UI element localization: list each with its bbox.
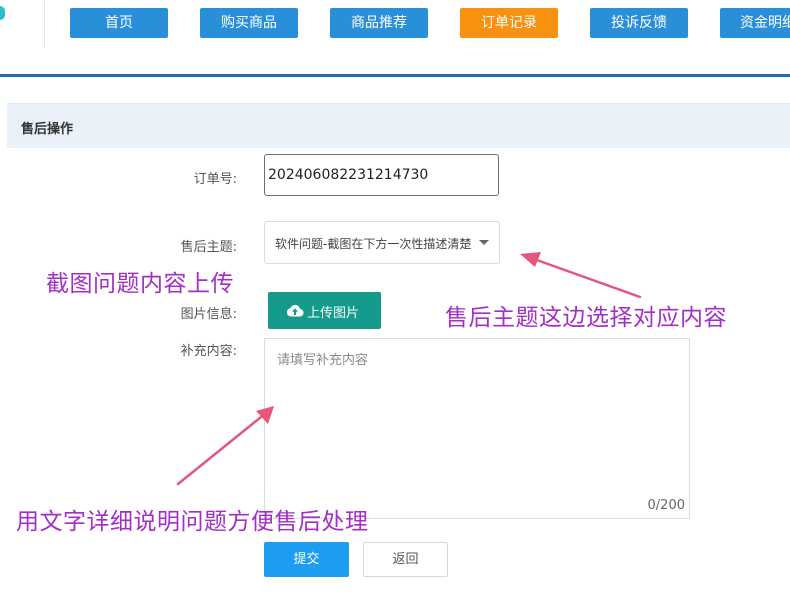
detail-hint-annotation: 用文字详细说明问题方便售后处理 <box>16 509 369 535</box>
nav-home-button[interactable]: 首页 <box>70 8 168 38</box>
cloud-upload-icon <box>286 304 304 317</box>
subject-arrow-icon <box>520 252 642 299</box>
logo-divider <box>44 0 45 48</box>
subject-select[interactable]: 软件问题-截图在下方一次性描述清楚 <box>264 221 500 264</box>
subject-selected-value: 软件问题-截图在下方一次性描述清楚 <box>275 237 472 251</box>
panel-title: 售后操作 <box>21 122 74 137</box>
back-button[interactable]: 返回 <box>363 542 448 577</box>
detail-arrow-icon <box>176 406 274 486</box>
extra-content-textarea[interactable] <box>265 339 689 518</box>
upload-image-button[interactable]: 上传图片 <box>268 292 381 329</box>
nav-orders-button[interactable]: 订单记录 <box>460 8 558 38</box>
extra-content-label: 补充内容: <box>180 344 237 359</box>
nav-funds-button[interactable]: 资金明细 <box>720 8 790 38</box>
nav-recommend-button[interactable]: 商品推荐 <box>330 8 428 38</box>
extra-content-box: 0/200 <box>264 338 690 519</box>
submit-button[interactable]: 提交 <box>264 542 349 577</box>
order-number-input[interactable] <box>264 154 499 196</box>
char-counter: 0/200 <box>647 498 685 513</box>
subject-label: 售后主题: <box>180 240 237 255</box>
image-info-label: 图片信息: <box>180 307 237 322</box>
top-navigation-bar: 首页 购买商品 商品推荐 订单记录 投诉反馈 资金明细 <box>0 0 790 77</box>
nav-buy-button[interactable]: 购买商品 <box>200 8 298 38</box>
nav-complaint-button[interactable]: 投诉反馈 <box>590 8 688 38</box>
upload-hint-annotation: 截图问题内容上传 <box>46 271 234 297</box>
caret-down-icon <box>479 240 489 245</box>
panel-header: 售后操作 <box>7 103 790 148</box>
logo-fragment <box>0 6 5 20</box>
subject-hint-annotation: 售后主题这边选择对应内容 <box>445 305 727 331</box>
upload-image-label: 上传图片 <box>307 306 360 321</box>
order-number-label: 订单号: <box>193 172 237 187</box>
